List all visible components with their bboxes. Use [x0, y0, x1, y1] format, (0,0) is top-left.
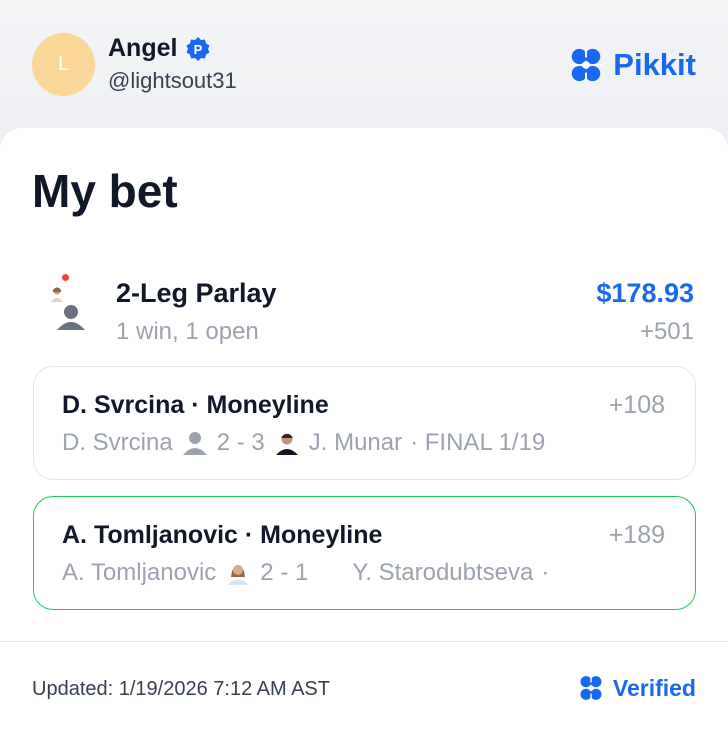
leg-status: ·: [541, 559, 550, 586]
divider: [0, 641, 728, 642]
pikkit-logo[interactable]: Pikkit: [567, 46, 696, 84]
parlay-icons: [44, 274, 94, 334]
leg-score: 2 - 1: [260, 559, 309, 586]
player-silhouette-icon: [182, 432, 207, 455]
leg-detail: A. Tomljanovic 2 - 1 Y. Starodubtseva ·: [62, 559, 549, 587]
badge-letter: P: [194, 42, 203, 57]
leg-player2: J. Munar: [308, 429, 403, 456]
leg-detail: D. Svrcina 2 - 3 J. Munar · FINAL 1/19: [62, 429, 545, 457]
clover-icon: [578, 675, 604, 701]
avatar[interactable]: L: [32, 33, 95, 96]
leg-player1: A. Tomljanovic: [62, 559, 217, 586]
clover-icon: [569, 47, 604, 83]
verified-badge[interactable]: Verified: [577, 674, 696, 702]
leg-title: D. Svrcina · Moneyline: [62, 391, 329, 419]
player-silhouette-icon: [57, 305, 85, 330]
user-name-label: Angel: [108, 34, 178, 62]
player-photo-icon: [275, 433, 298, 455]
parlay-status: 1 win, 1 open: [116, 318, 259, 345]
parlay-payout: $178.93: [596, 278, 694, 308]
player-avatar-icon: [51, 287, 63, 302]
leg-odds: +108: [608, 391, 665, 419]
verified-label: Verified: [612, 674, 696, 701]
leg-card[interactable]: A. Tomljanovic · Moneyline +189 A. Tomlj…: [33, 496, 696, 610]
player-photo-icon: [227, 565, 250, 585]
verified-badge-icon: P: [186, 36, 210, 61]
leg-player1: D. Svrcina: [62, 429, 173, 456]
avatar-initial: L: [57, 53, 70, 75]
profile-header: L Angel P @lightsout31 Pikkit: [0, 0, 728, 128]
leg-player2: Y. Starodubtseva: [352, 559, 534, 586]
brand-name: Pikkit: [613, 47, 696, 82]
live-dot: [62, 274, 69, 281]
updated-timestamp: Updated: 1/19/2026 7:12 AM AST: [32, 678, 330, 700]
leg-score: 2 - 3: [216, 429, 265, 456]
user-handle[interactable]: @lightsout31: [108, 68, 237, 94]
page-title: My bet: [32, 165, 178, 217]
parlay-odds: +501: [639, 318, 694, 345]
leg-title: A. Tomljanovic · Moneyline: [62, 521, 383, 549]
user-name[interactable]: Angel P: [108, 34, 211, 63]
parlay-title: 2-Leg Parlay: [116, 278, 277, 308]
leg-card[interactable]: D. Svrcina · Moneyline +108 D. Svrcina 2…: [33, 366, 696, 480]
bet-card: My bet 2-Leg Parlay 1 win, 1 open $178.9…: [0, 128, 728, 734]
leg-status: · FINAL 1/19: [410, 429, 546, 456]
leg-odds: +189: [608, 521, 665, 549]
